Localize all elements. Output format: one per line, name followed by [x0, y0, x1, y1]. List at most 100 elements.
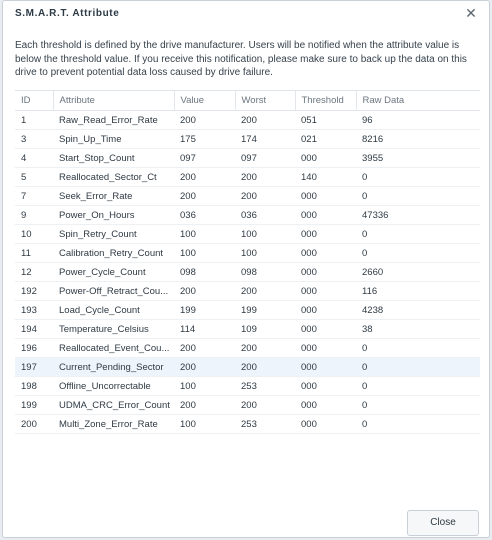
cell-attribute: Raw_Read_Error_Rate — [53, 110, 174, 130]
cell-value: 098 — [174, 262, 235, 282]
table-row[interactable]: 192 Power-Off_Retract_Cou... 200 200 000 116 — [15, 281, 480, 301]
cell-value: 200 — [174, 110, 235, 130]
close-icon[interactable]: ✕ — [463, 5, 479, 21]
cell-threshold: 021 — [295, 129, 356, 149]
cell-worst: 200 — [235, 357, 295, 377]
column-header-threshold[interactable]: Threshold — [295, 91, 357, 111]
dialog-title: S.M.A.R.T. Attribute — [15, 8, 120, 19]
cell-id: 12 — [15, 262, 53, 282]
cell-attribute: Temperature_Celsius — [53, 319, 174, 339]
cell-value: 199 — [174, 300, 235, 320]
cell-raw-data: 47336 — [356, 205, 480, 225]
table-row[interactable]: 11 Calibration_Retry_Count 100 100 000 0 — [15, 243, 480, 263]
table-row[interactable]: 194 Temperature_Celsius 114 109 000 38 — [15, 319, 480, 339]
cell-attribute: Calibration_Retry_Count — [53, 243, 174, 263]
column-header-raw-data[interactable]: Raw Data — [356, 91, 480, 111]
cell-raw-data: 0 — [356, 414, 480, 434]
cell-id: 4 — [15, 148, 53, 168]
cell-attribute: Reallocated_Sector_Ct — [53, 167, 174, 187]
column-header-id[interactable]: ID — [15, 91, 54, 111]
cell-value: 200 — [174, 357, 235, 377]
column-header-worst[interactable]: Worst — [235, 91, 296, 111]
cell-id: 1 — [15, 110, 53, 130]
cell-raw-data: 38 — [356, 319, 480, 339]
cell-attribute: Power-Off_Retract_Cou... — [53, 281, 174, 301]
cell-threshold: 140 — [295, 167, 356, 187]
table-row[interactable]: 1 Raw_Read_Error_Rate 200 200 051 96 — [15, 110, 480, 130]
table-row[interactable]: 197 Current_Pending_Sector 200 200 000 0 — [15, 357, 480, 377]
cell-value: 100 — [174, 414, 235, 434]
cell-attribute: Offline_Uncorrectable — [53, 376, 174, 396]
cell-attribute: Load_Cycle_Count — [53, 300, 174, 320]
cell-worst: 200 — [235, 281, 295, 301]
cell-raw-data: 96 — [356, 110, 480, 130]
cell-value: 100 — [174, 224, 235, 244]
cell-attribute: Power_Cycle_Count — [53, 262, 174, 282]
cell-worst: 200 — [235, 186, 295, 206]
table-row[interactable]: 4 Start_Stop_Count 097 097 000 3955 — [15, 148, 480, 168]
cell-attribute: Current_Pending_Sector — [53, 357, 174, 377]
cell-threshold: 000 — [295, 186, 356, 206]
cell-raw-data: 8216 — [356, 129, 480, 149]
cell-value: 200 — [174, 338, 235, 358]
table-row[interactable]: 3 Spin_Up_Time 175 174 021 8216 — [15, 129, 480, 149]
cell-threshold: 000 — [295, 319, 356, 339]
cell-value: 200 — [174, 281, 235, 301]
cell-worst: 200 — [235, 167, 295, 187]
cell-value: 036 — [174, 205, 235, 225]
dialog-titlebar: S.M.A.R.T. Attribute ✕ — [3, 1, 489, 27]
table-row[interactable]: 198 Offline_Uncorrectable 100 253 000 0 — [15, 376, 480, 396]
cell-threshold: 000 — [295, 300, 356, 320]
cell-attribute: Multi_Zone_Error_Rate — [53, 414, 174, 434]
cell-value: 200 — [174, 395, 235, 415]
cell-threshold: 000 — [295, 338, 356, 358]
table-row[interactable]: 12 Power_Cycle_Count 098 098 000 2660 — [15, 262, 480, 282]
cell-worst: 200 — [235, 395, 295, 415]
cell-threshold: 000 — [295, 395, 356, 415]
cell-worst: 036 — [235, 205, 295, 225]
cell-attribute: Start_Stop_Count — [53, 148, 174, 168]
cell-id: 5 — [15, 167, 53, 187]
cell-threshold: 000 — [295, 205, 356, 225]
cell-value: 200 — [174, 186, 235, 206]
cell-raw-data: 0 — [356, 243, 480, 263]
table-row[interactable]: 199 UDMA_CRC_Error_Count 200 200 000 0 — [15, 395, 480, 415]
cell-id: 9 — [15, 205, 53, 225]
cell-worst: 100 — [235, 224, 295, 244]
cell-attribute: Spin_Up_Time — [53, 129, 174, 149]
cell-id: 11 — [15, 243, 53, 263]
cell-value: 114 — [174, 319, 235, 339]
cell-threshold: 051 — [295, 110, 356, 130]
cell-worst: 097 — [235, 148, 295, 168]
cell-id: 199 — [15, 395, 53, 415]
cell-id: 192 — [15, 281, 53, 301]
cell-attribute: UDMA_CRC_Error_Count — [53, 395, 174, 415]
table-row[interactable]: 10 Spin_Retry_Count 100 100 000 0 — [15, 224, 480, 244]
table-row[interactable]: 200 Multi_Zone_Error_Rate 100 253 000 0 — [15, 414, 480, 434]
cell-value: 100 — [174, 376, 235, 396]
cell-id: 3 — [15, 129, 53, 149]
cell-worst: 200 — [235, 338, 295, 358]
close-button[interactable]: Close — [407, 510, 479, 536]
cell-threshold: 000 — [295, 376, 356, 396]
table-row[interactable]: 196 Reallocated_Event_Cou... 200 200 000 0 — [15, 338, 480, 358]
table-row[interactable]: 9 Power_On_Hours 036 036 000 47336 — [15, 205, 480, 225]
cell-raw-data: 3955 — [356, 148, 480, 168]
column-header-value[interactable]: Value — [174, 91, 236, 111]
cell-worst: 174 — [235, 129, 295, 149]
cell-value: 200 — [174, 167, 235, 187]
cell-raw-data: 0 — [356, 167, 480, 187]
cell-value: 100 — [174, 243, 235, 263]
cell-attribute: Power_On_Hours — [53, 205, 174, 225]
table-row[interactable]: 193 Load_Cycle_Count 199 199 000 4238 — [15, 300, 480, 320]
table-row[interactable]: 5 Reallocated_Sector_Ct 200 200 140 0 — [15, 167, 480, 187]
cell-id: 194 — [15, 319, 53, 339]
cell-raw-data: 0 — [356, 338, 480, 358]
cell-raw-data: 116 — [356, 281, 480, 301]
column-header-attribute[interactable]: Attribute — [53, 91, 175, 111]
cell-worst: 199 — [235, 300, 295, 320]
cell-worst: 200 — [235, 110, 295, 130]
cell-raw-data: 4238 — [356, 300, 480, 320]
cell-worst: 253 — [235, 376, 295, 396]
table-row[interactable]: 7 Seek_Error_Rate 200 200 000 0 — [15, 186, 480, 206]
